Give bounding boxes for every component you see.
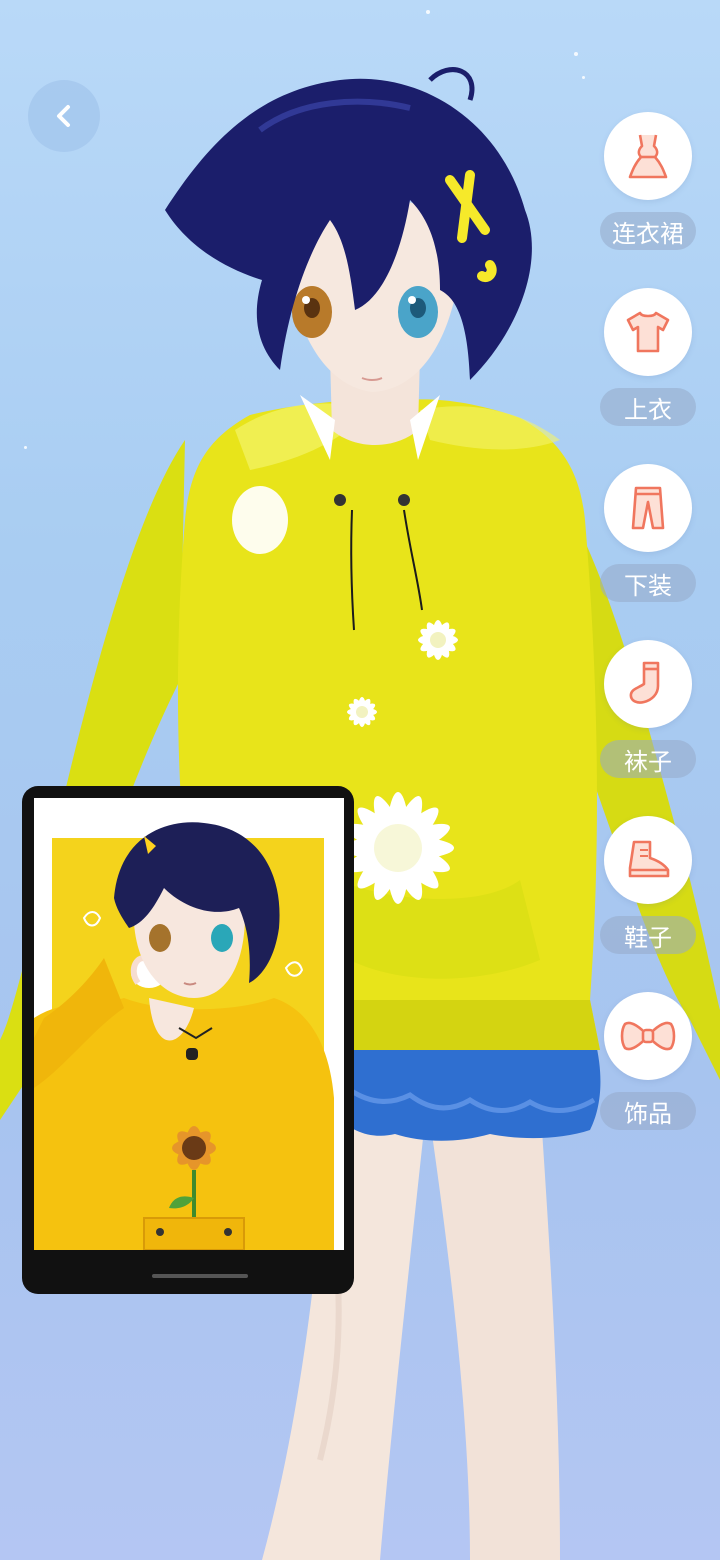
tshirt-icon [626, 311, 670, 353]
chevron-left-icon [57, 105, 70, 127]
category-bottom[interactable]: 下装 [596, 464, 706, 604]
reference-image-card[interactable] [22, 786, 354, 1294]
category-icon-wrap [604, 464, 692, 552]
category-icon-wrap [604, 112, 692, 200]
category-label: 下装 [600, 564, 696, 602]
category-accessory[interactable]: 饰品 [596, 992, 706, 1132]
category-label: 连衣裙 [600, 212, 696, 250]
category-label: 袜子 [600, 740, 696, 778]
sock-icon [629, 661, 660, 704]
category-icon-wrap [604, 640, 692, 728]
category-label: 鞋子 [600, 916, 696, 954]
category-icon-wrap [604, 288, 692, 376]
category-icon-wrap [604, 992, 692, 1080]
avatar-skirt [340, 1040, 601, 1141]
pants-icon [631, 486, 665, 530]
avatar-stage: 连衣裙 上衣 下装 袜子 鞋子 饰品 [0, 0, 720, 1560]
shoe-icon [628, 840, 670, 878]
reference-illustration [34, 798, 344, 1250]
dress-icon [628, 134, 668, 179]
reference-image [34, 798, 344, 1250]
category-icon-wrap [604, 816, 692, 904]
category-shoes[interactable]: 鞋子 [596, 816, 706, 956]
card-handle-bar [152, 1274, 248, 1278]
category-socks[interactable]: 袜子 [596, 640, 706, 780]
bow-icon [620, 1021, 676, 1051]
category-dress[interactable]: 连衣裙 [596, 112, 706, 252]
category-label: 饰品 [600, 1092, 696, 1130]
back-button[interactable] [28, 80, 100, 152]
category-label: 上衣 [600, 388, 696, 426]
category-top[interactable]: 上衣 [596, 288, 706, 428]
